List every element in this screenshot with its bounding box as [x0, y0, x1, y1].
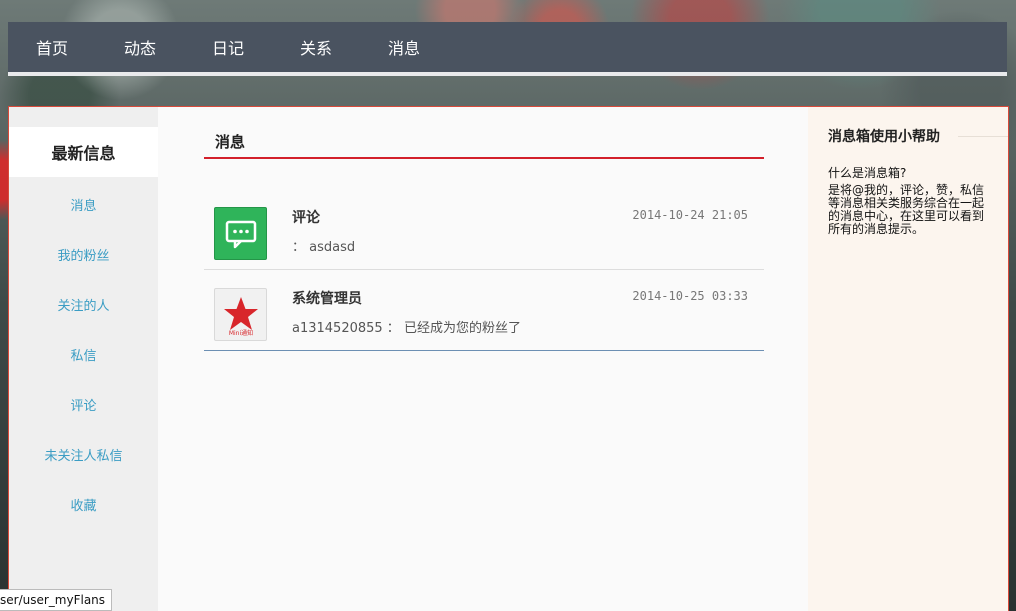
message-time: 2014-10-25 03:33 — [632, 289, 748, 303]
nav-item-feed[interactable]: 动态 — [96, 22, 184, 72]
nav-item-relations[interactable]: 关系 — [272, 22, 360, 72]
comment-icon — [214, 207, 267, 260]
message-item[interactable]: Mini通知 系统管理员 2014-10-25 03:33 a131452085… — [204, 270, 764, 351]
main-panel: 最新信息 消息 我的粉丝 关注的人 私信 评论 未关注人私信 收藏 消息 评论 … — [8, 106, 1009, 611]
message-text: ： asdasd — [292, 240, 356, 255]
nav-item-messages[interactable]: 消息 — [369, 22, 439, 76]
nav-item-home[interactable]: 首页 — [8, 22, 96, 72]
help-question: 什么是消息箱? — [828, 166, 907, 180]
page-title: 消息 — [204, 125, 764, 159]
help-title-divider — [958, 136, 1008, 137]
content-area: 消息 评论 2014-10-24 21:05 ： asdasd Mini通知 系… — [204, 107, 764, 611]
sidebar-item-following[interactable]: 关注的人 — [9, 289, 158, 319]
message-item[interactable]: 评论 2014-10-24 21:05 ： asdasd — [204, 189, 764, 270]
sidebar-item-messages[interactable]: 消息 — [9, 189, 158, 219]
sidebar-item-fans[interactable]: 我的粉丝 — [9, 239, 158, 269]
message-author[interactable]: 评论 — [292, 207, 320, 227]
sidebar-item-private-messages[interactable]: 私信 — [9, 339, 158, 369]
nav-underline — [8, 72, 1007, 76]
help-panel: 消息箱使用小帮助 什么是消息箱? 是将@我的，评论，赞，私信等消息相关类服务综合… — [808, 107, 1008, 611]
message-text: a1314520855 ： 已经成为您的粉丝了 — [292, 321, 521, 336]
sidebar-item-favorites[interactable]: 收藏 — [9, 489, 158, 519]
sidebar: 最新信息 消息 我的粉丝 关注的人 私信 评论 未关注人私信 收藏 — [9, 107, 158, 611]
sidebar-heading: 最新信息 — [9, 127, 158, 177]
logo-text: Mini通知 — [228, 329, 252, 337]
message-time: 2014-10-24 21:05 — [632, 208, 748, 222]
sidebar-item-stranger-messages[interactable]: 未关注人私信 — [9, 439, 158, 469]
status-bar-url: ser/user_myFlans — [0, 589, 113, 611]
sidebar-item-comments[interactable]: 评论 — [9, 389, 158, 419]
message-author[interactable]: 系统管理员 — [292, 288, 362, 308]
top-nav: 首页 动态 日记 关系 消息 — [8, 22, 1007, 76]
help-answer: 是将@我的，评论，赞，私信等消息相关类服务综合在一起的消息中心，在这里可以看到所… — [828, 183, 985, 236]
nav-item-diary[interactable]: 日记 — [184, 22, 272, 72]
red-star-logo: Mini通知 — [214, 288, 267, 341]
